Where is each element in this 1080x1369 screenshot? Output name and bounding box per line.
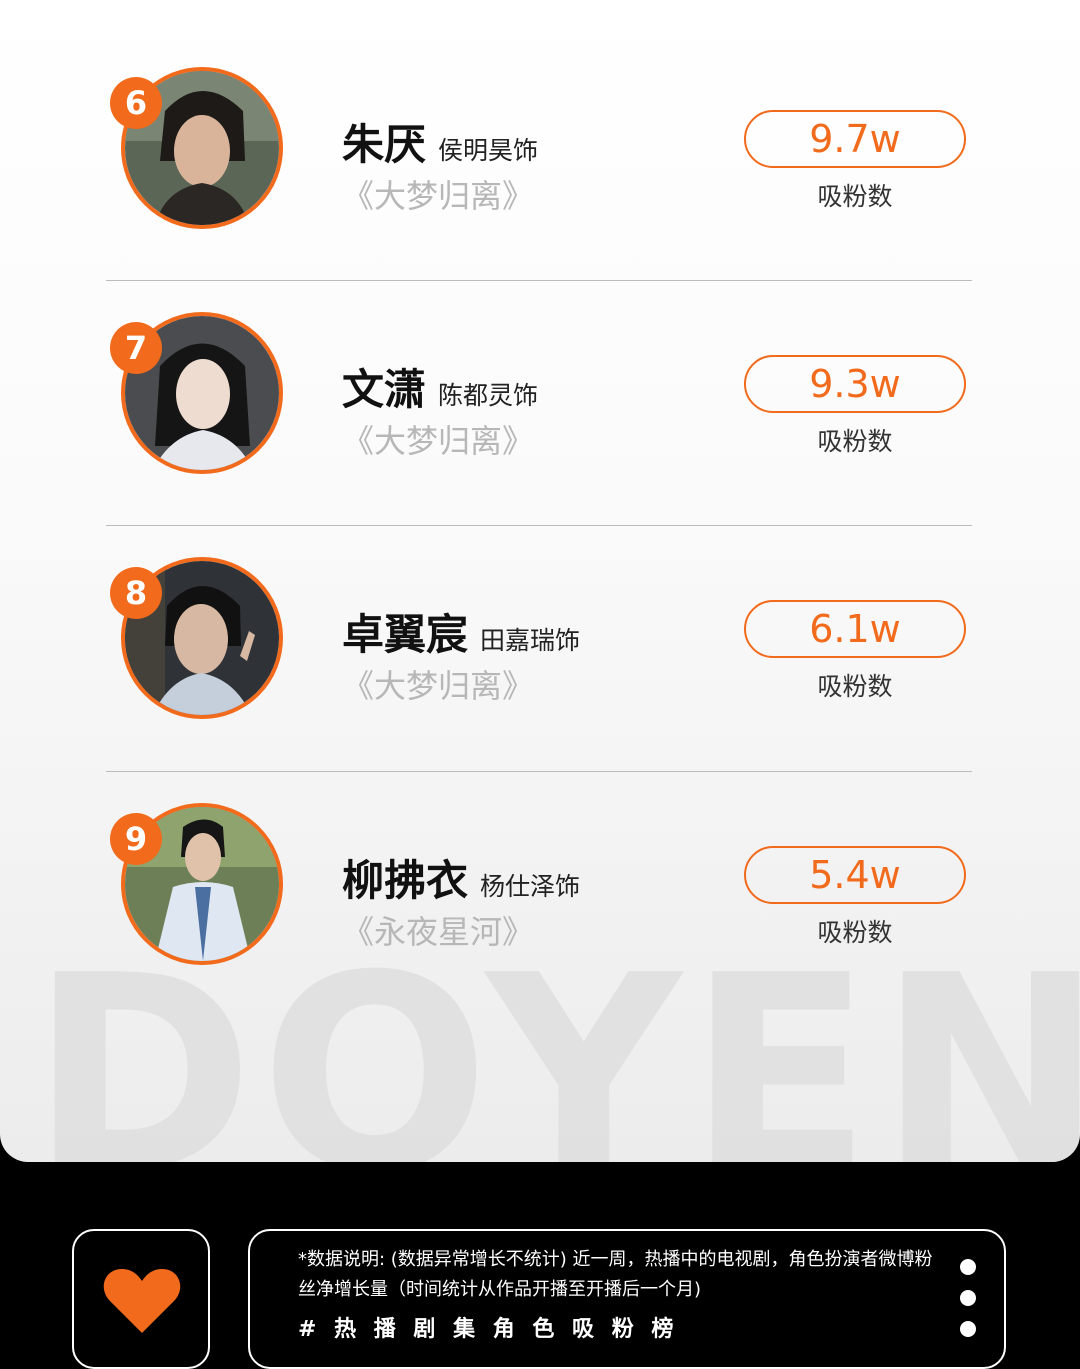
fans-count: 9.3w — [744, 355, 966, 413]
fans-count: 5.4w — [744, 846, 966, 904]
dot — [960, 1321, 976, 1337]
ranking-entry[interactable]: 8 卓翼宸 田嘉瑞饰 《大梦归离》 6.1w 吸粉数 — [0, 557, 1080, 802]
rank-badge: 7 — [110, 322, 162, 374]
like-button[interactable] — [72, 1229, 210, 1369]
show-title: 《大梦归离》 — [342, 177, 535, 215]
dot — [960, 1259, 976, 1275]
show-title: 《大梦归离》 — [342, 667, 535, 705]
ranking-card: DOYEN 6 朱厌 侯明昊饰 《大梦归离》 9.7w 吸粉数 7 文潇 陈都灵… — [0, 0, 1080, 1162]
role-name: 柳拂衣 杨仕泽饰 — [342, 847, 580, 908]
role-name: 卓翼宸 田嘉瑞饰 — [342, 601, 580, 662]
actor-name: 田嘉瑞饰 — [480, 626, 581, 655]
divider — [106, 525, 972, 526]
data-note-panel: *数据说明: (数据异常增长不统计) 近一周，热播中的电视剧，角色扮演者微博粉丝… — [248, 1229, 1006, 1369]
role-name-text: 卓翼宸 — [342, 610, 469, 659]
ranking-entry[interactable]: 6 朱厌 侯明昊饰 《大梦归离》 9.7w 吸粉数 — [0, 67, 1080, 312]
rank-badge: 9 — [110, 813, 162, 865]
heart-icon — [103, 1269, 181, 1333]
fans-label: 吸粉数 — [817, 918, 893, 947]
show-title: 《大梦归离》 — [342, 422, 535, 460]
role-name-text: 文潇 — [342, 365, 427, 414]
role-name-text: 柳拂衣 — [342, 856, 469, 905]
divider — [106, 771, 972, 772]
actor-name: 杨仕泽饰 — [480, 872, 581, 901]
ranking-entry[interactable]: 9 柳拂衣 杨仕泽饰 《永夜星河》 5.4w 吸粉数 — [0, 803, 1080, 1048]
hashtag[interactable]: # 热 播 剧 集 角 色 吸 粉 榜 — [298, 1311, 678, 1343]
rank-badge: 8 — [110, 567, 162, 619]
data-note: *数据说明: (数据异常增长不统计) 近一周，热播中的电视剧，角色扮演者微博粉丝… — [298, 1249, 933, 1300]
role-name-text: 朱厌 — [342, 120, 427, 169]
actor-name: 侯明昊饰 — [438, 136, 539, 165]
fans-count: 6.1w — [744, 600, 966, 658]
fans-label: 吸粉数 — [817, 672, 893, 701]
more-vertical-icon[interactable] — [960, 1259, 976, 1352]
role-name: 文潇 陈都灵饰 — [342, 356, 538, 417]
fans-label: 吸粉数 — [817, 427, 893, 456]
ranking-entry[interactable]: 7 文潇 陈都灵饰 《大梦归离》 9.3w 吸粉数 — [0, 312, 1080, 557]
show-title: 《永夜星河》 — [342, 913, 535, 951]
rank-badge: 6 — [110, 77, 162, 129]
role-name: 朱厌 侯明昊饰 — [342, 111, 538, 172]
fans-count: 9.7w — [744, 110, 966, 168]
divider — [106, 280, 972, 281]
actor-name: 陈都灵饰 — [438, 381, 539, 410]
fans-label: 吸粉数 — [817, 182, 893, 211]
dot — [960, 1290, 976, 1306]
